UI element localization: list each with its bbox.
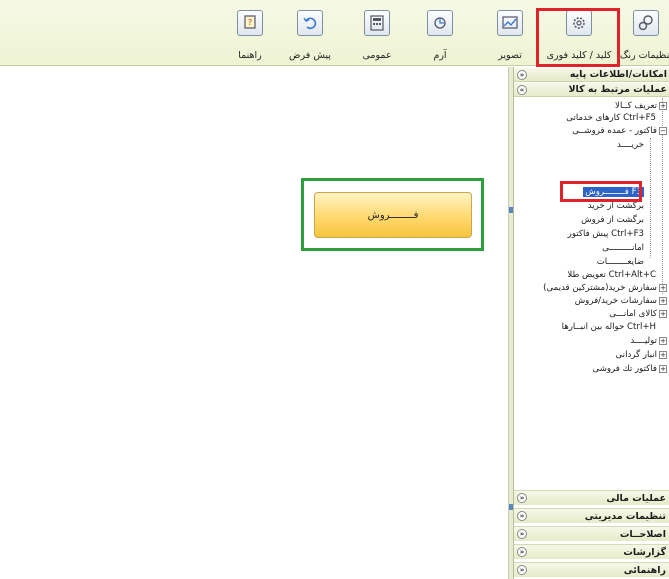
toolbar: تنظیمات رنگ کلید / کلید فوری تصویر آرم ع… (0, 0, 669, 67)
section-corrections[interactable]: » اصلاحــات (514, 526, 669, 541)
default-button[interactable]: پیش فرض (288, 10, 332, 64)
expand-icon[interactable]: + (659, 350, 667, 359)
section-title: عملیات مرتبط به کالا (568, 84, 667, 95)
help-button[interactable]: ? راهنما (230, 10, 270, 64)
chevron-up-icon: « (517, 85, 527, 95)
toolbar-label: راهنما (238, 50, 262, 61)
app-window: تنظیمات رنگ کلید / کلید فوری تصویر آرم ع… (0, 0, 669, 579)
navigation-panel: » امکانات/اطلاعات پایه « عملیات مرتبط به… (513, 67, 669, 579)
chevron-down-icon: » (517, 529, 527, 539)
tree-item[interactable]: امانـــــــــی (602, 243, 644, 254)
work-area: فــــــــروش (0, 67, 508, 579)
chevron-down-icon: » (517, 565, 527, 575)
chevron-down-icon: » (517, 511, 527, 521)
section-goods-ops[interactable]: « عملیات مرتبط به کالا (514, 83, 669, 97)
tree-item[interactable]: سفارشات خرید/فروش + (575, 296, 667, 307)
tree-item[interactable]: فاکتور - عمده فروشــی − (572, 126, 667, 137)
tree-item[interactable]: انبار گردانی + (616, 350, 667, 361)
gears-icon (633, 10, 659, 36)
undo-icon (297, 10, 323, 36)
help-icon: ? (237, 10, 263, 36)
section-help[interactable]: » راهنمائی (514, 562, 669, 577)
tree-item[interactable]: فاکتور تك فروشی + (593, 364, 667, 375)
expand-icon[interactable]: + (659, 296, 667, 305)
toolbar-label: تصویر (498, 50, 522, 61)
svg-text:?: ? (248, 18, 252, 27)
expand-icon[interactable]: + (659, 336, 667, 345)
toolbar-label: آرم (433, 50, 447, 61)
section-financial[interactable]: » عملیات مالی (514, 490, 669, 505)
tree-item[interactable]: ضایعــــــــات (597, 257, 644, 268)
section-management[interactable]: » تنظیمات مدیریتی (514, 508, 669, 523)
sale-button-label: فــــــــروش (367, 209, 419, 221)
section-title: امکانات/اطلاعات پایه (569, 69, 667, 80)
color-settings-button[interactable]: تنظیمات رنگ (616, 10, 669, 64)
tree-item[interactable]: برگشت از خرید (588, 201, 644, 212)
tree-item[interactable]: حواله بین انبــارها Ctrl+H (562, 322, 656, 333)
tree-item[interactable]: سفارش خرید(مشترکین قدیمی) + (543, 283, 667, 294)
tree-item[interactable]: کارهای خدماتی Ctrl+F5 (566, 113, 656, 124)
expand-icon[interactable]: + (659, 309, 667, 318)
image-button[interactable]: تصویر (490, 10, 530, 64)
logo-icon (427, 10, 453, 36)
logo-button[interactable]: آرم (420, 10, 460, 64)
tree-item[interactable]: تعویض طلا Ctrl+Alt+C (567, 270, 656, 281)
highlight-box-tree-sale (560, 181, 642, 202)
tree-item[interactable]: کالای امانـــی + (609, 309, 667, 320)
tree-item[interactable]: تولیــــد + (630, 336, 667, 347)
chevron-down-icon: » (517, 70, 527, 80)
tree-item[interactable]: برگشت از فروش (581, 215, 644, 226)
toolbar-label: پیش فرض (289, 50, 331, 61)
highlight-box-hotkey (536, 8, 620, 67)
tree-item[interactable]: تعریف کــالا + (615, 101, 667, 112)
collapse-icon[interactable]: − (659, 126, 667, 135)
section-title: تنظیمات مدیریتی (584, 510, 666, 522)
toolbar-label: عمومی (362, 50, 392, 61)
sale-button[interactable]: فــــــــروش (314, 192, 472, 238)
tree-line (650, 138, 651, 258)
tree-view: تعریف کــالا + کارهای خدماتی Ctrl+F5 فاکت… (514, 98, 669, 558)
section-title: گزارشات (623, 546, 666, 558)
tree-item[interactable]: خریــــد (617, 140, 644, 151)
section-reports[interactable]: » گزارشات (514, 544, 669, 559)
chevron-down-icon: » (517, 493, 527, 503)
section-title: اصلاحــات (619, 528, 666, 540)
expand-icon[interactable]: + (659, 283, 667, 292)
tree-item[interactable]: پیش فاکتور Ctrl+F3 (568, 229, 644, 240)
expand-icon[interactable]: + (659, 101, 667, 110)
image-icon (497, 10, 523, 36)
expand-icon[interactable]: + (659, 364, 667, 373)
highlight-box-sale: فــــــــروش (301, 178, 484, 251)
chevron-down-icon: » (517, 547, 527, 557)
section-title: عملیات مالی (606, 492, 666, 504)
general-button[interactable]: عمومی (357, 10, 397, 64)
section-title: راهنمائی (623, 564, 666, 576)
section-base-info[interactable]: » امکانات/اطلاعات پایه (514, 68, 669, 82)
calculator-icon (364, 10, 390, 36)
toolbar-label: تنظیمات رنگ (619, 50, 669, 61)
